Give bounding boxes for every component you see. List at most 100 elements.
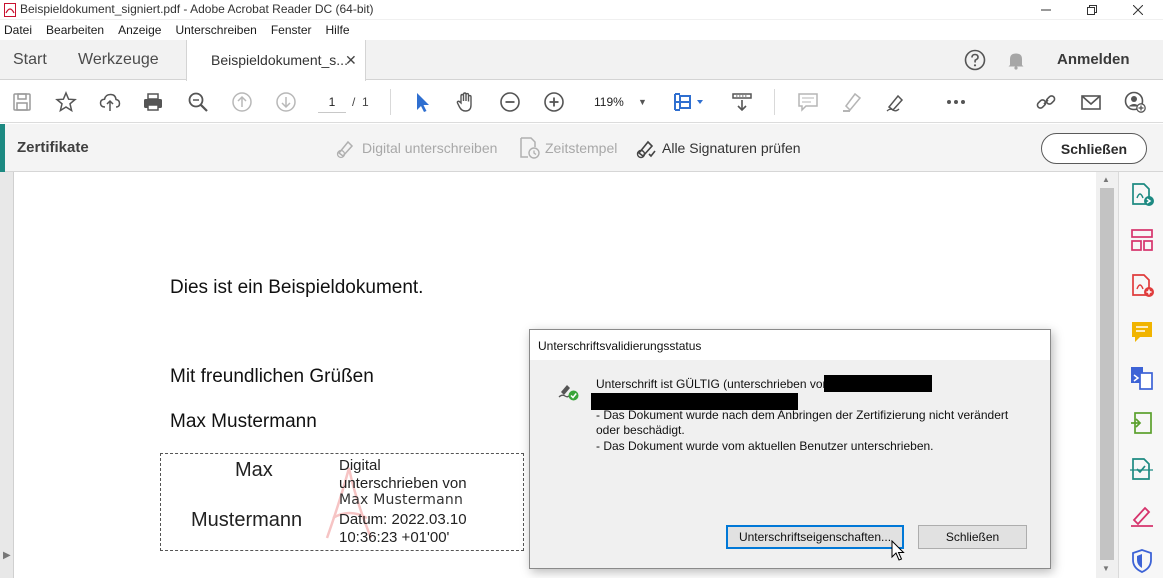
left-panel-collapsed[interactable]: ▶ xyxy=(0,172,14,578)
document-line: Dies ist ein Beispieldokument. xyxy=(170,277,424,298)
close-icon xyxy=(1133,5,1143,15)
organize-pages-icon[interactable] xyxy=(1129,227,1155,253)
maximize-button[interactable] xyxy=(1069,0,1115,20)
timestamp-button[interactable]: Zeitstempel xyxy=(517,124,617,172)
sign-pen-icon xyxy=(886,94,904,112)
create-pdf-icon[interactable] xyxy=(1129,273,1155,299)
tab-start[interactable]: Start xyxy=(13,40,47,80)
notifications-button[interactable] xyxy=(1006,50,1026,70)
scrollbar-thumb[interactable] xyxy=(1100,188,1114,560)
toolbar-separator xyxy=(774,89,775,115)
page-fit-button[interactable] xyxy=(672,90,706,114)
signature-field[interactable]: Max Mustermann Digital unterschrieben vo… xyxy=(160,453,524,551)
main-toolbar: 1 / 1 119% ▼ xyxy=(0,81,1163,123)
highlight-button[interactable] xyxy=(840,90,864,114)
close-certificates-button[interactable]: Schließen xyxy=(1041,133,1147,164)
signin-button[interactable]: Anmelden xyxy=(1057,40,1130,80)
save-button[interactable] xyxy=(10,90,34,114)
signature-info-date: Datum: 2022.03.10 xyxy=(339,511,467,528)
window-title: Beispieldokument_signiert.pdf - Adobe Ac… xyxy=(20,2,374,16)
page-down-icon xyxy=(276,92,296,112)
tab-bar: Start Werkzeuge Beispieldokument_s... ✕ … xyxy=(0,40,1163,81)
document-tab-close-icon[interactable]: ✕ xyxy=(345,40,357,80)
page-total-count: 1 xyxy=(362,95,369,109)
page-number-input[interactable]: 1 xyxy=(318,91,346,113)
verify-signatures-icon xyxy=(636,140,656,159)
scroll-mode-icon xyxy=(732,93,752,112)
upload-cloud-icon xyxy=(99,93,121,111)
certificates-title: Zertifikate xyxy=(17,139,89,156)
bookmark-button[interactable] xyxy=(54,90,78,114)
verify-all-label: Alle Signaturen prüfen xyxy=(662,140,801,156)
validity-message: Unterschrift ist GÜLTIG (unterschrieben … xyxy=(596,377,830,391)
hand-tool-button[interactable] xyxy=(454,90,478,114)
zoom-value: 119% xyxy=(594,95,624,109)
tab-tools[interactable]: Werkzeuge xyxy=(78,40,159,80)
menu-datei[interactable]: Datei xyxy=(4,23,32,37)
menu-anzeige[interactable]: Anzeige xyxy=(118,23,161,37)
combine-files-icon[interactable] xyxy=(1129,365,1155,391)
valid-signature-icon xyxy=(558,385,579,401)
email-button[interactable] xyxy=(1079,90,1103,114)
share-link-button[interactable] xyxy=(1034,90,1058,114)
integrity-message-continued: oder beschädigt. xyxy=(596,423,685,437)
zoom-dropdown[interactable]: 119% ▼ xyxy=(586,91,656,113)
digital-sign-button[interactable]: Digital unterschreiben xyxy=(334,124,497,172)
share-user-button[interactable] xyxy=(1123,90,1147,114)
bookmark-star-icon xyxy=(55,91,77,113)
redacted-signer xyxy=(824,375,932,392)
page-up-icon xyxy=(232,92,252,112)
bell-icon xyxy=(1008,53,1024,70)
print-icon xyxy=(144,93,162,111)
sign-button[interactable] xyxy=(884,90,908,114)
chevron-down-icon: ▼ xyxy=(638,97,647,107)
zoom-in-button[interactable] xyxy=(542,90,566,114)
signature-name-first: Max xyxy=(235,459,273,481)
export-pdf-icon[interactable] xyxy=(1129,182,1155,208)
fill-sign-icon[interactable] xyxy=(1129,503,1155,529)
signer-message: - Das Dokument wurde vom aktuellen Benut… xyxy=(596,439,934,453)
menu-fenster[interactable]: Fenster xyxy=(271,23,312,37)
tab-document[interactable]: Beispieldokument_s... ✕ xyxy=(186,40,366,81)
scroll-down-icon[interactable]: ▼ xyxy=(1102,564,1110,573)
more-tools-button[interactable] xyxy=(944,90,968,114)
signature-properties-button[interactable]: Unterschriftseigenschaften... xyxy=(726,525,904,549)
page-separator: / xyxy=(352,95,356,109)
minimize-button[interactable] xyxy=(1023,0,1069,20)
dialog-close-button[interactable]: Schließen xyxy=(918,525,1027,549)
print-button[interactable] xyxy=(141,90,165,114)
hand-icon xyxy=(456,92,472,112)
vertical-scrollbar[interactable]: ▲ ▼ xyxy=(1096,172,1118,578)
scroll-up-icon[interactable]: ▲ xyxy=(1102,175,1110,184)
search-button[interactable] xyxy=(186,90,210,114)
help-icon xyxy=(964,49,986,71)
select-tool-button[interactable] xyxy=(410,90,434,114)
scroll-mode-button[interactable] xyxy=(730,90,754,114)
signature-info-line: Digital xyxy=(339,457,381,474)
menu-unterschreiben[interactable]: Unterschreiben xyxy=(175,23,256,37)
verify-all-button[interactable]: Alle Signaturen prüfen xyxy=(634,124,801,172)
select-cursor-icon xyxy=(417,93,429,112)
menu-hilfe[interactable]: Hilfe xyxy=(326,23,350,37)
email-icon xyxy=(1081,95,1101,110)
zoom-out-icon xyxy=(500,92,520,112)
page-up-button[interactable] xyxy=(230,90,254,114)
mouse-cursor-icon xyxy=(891,540,905,561)
protect-shield-icon[interactable] xyxy=(1129,548,1155,574)
dialog-title: Unterschriftsvalidierungsstatus xyxy=(538,339,702,353)
upload-button[interactable] xyxy=(98,90,122,114)
scan-ocr-icon[interactable] xyxy=(1129,457,1155,483)
page-down-button[interactable] xyxy=(274,90,298,114)
close-window-button[interactable] xyxy=(1115,0,1161,20)
highlight-icon xyxy=(843,92,862,112)
menu-bearbeiten[interactable]: Bearbeiten xyxy=(46,23,104,37)
help-button[interactable] xyxy=(964,49,986,71)
compress-pdf-icon[interactable] xyxy=(1129,411,1155,437)
expand-left-panel-icon[interactable]: ▶ xyxy=(3,550,11,561)
right-tools-pane xyxy=(1118,172,1163,578)
zoom-out-button[interactable] xyxy=(498,90,522,114)
comment-button[interactable] xyxy=(796,90,820,114)
document-greeting: Mit freundlichen Grüßen xyxy=(170,366,374,387)
comment-tool-icon[interactable] xyxy=(1129,319,1155,345)
menu-bar: Datei Bearbeiten Anzeige Unterschreiben … xyxy=(0,20,1163,40)
